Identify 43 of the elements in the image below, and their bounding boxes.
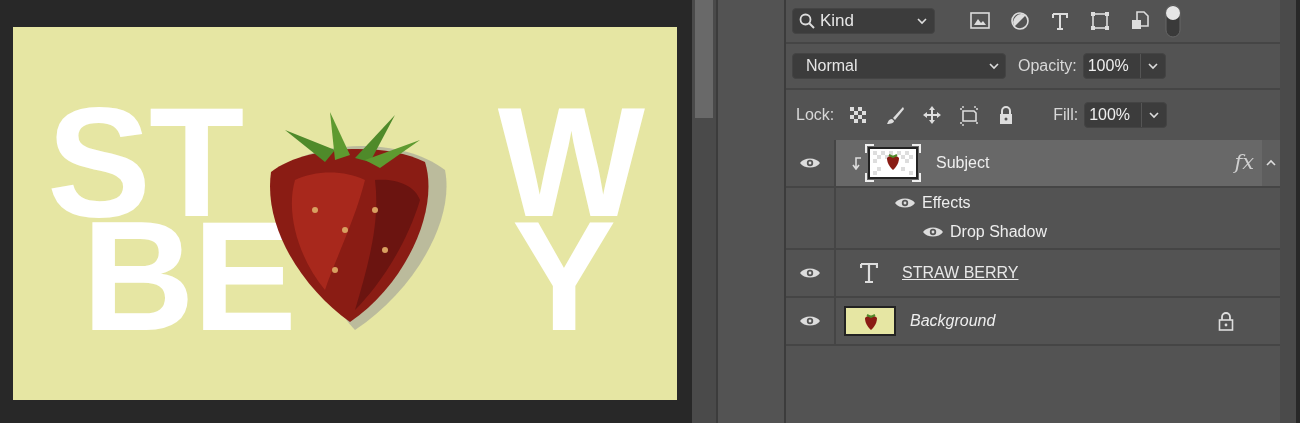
chevron-down-icon[interactable] [1146, 61, 1159, 71]
fill-field[interactable]: 100% [1084, 102, 1168, 128]
scroll-thumb[interactable] [695, 0, 713, 118]
effect-name[interactable]: Drop Shadow [950, 219, 1047, 244]
layer-thumbnail [844, 306, 896, 336]
chevron-down-icon [988, 61, 1000, 71]
image-icon[interactable] [969, 10, 991, 32]
chevron-down-icon[interactable] [1148, 110, 1161, 120]
type-icon [860, 263, 878, 283]
chevron-down-icon [916, 16, 928, 26]
fill-label: Fill: [1053, 105, 1079, 125]
move-icon[interactable] [922, 104, 943, 126]
eye-icon[interactable] [799, 156, 821, 170]
layer-name[interactable]: STRAW BERRY [902, 261, 1019, 285]
type-icon[interactable] [1049, 10, 1071, 32]
lock-pixels-icon[interactable] [848, 104, 869, 126]
layer-row[interactable]: Subject fx [836, 140, 1262, 186]
search-icon [799, 13, 815, 29]
layer-name[interactable]: Subject [936, 151, 990, 175]
canvas-text: BE [82, 219, 295, 333]
canvas-text: Y [511, 219, 614, 333]
half-circle-icon[interactable] [1009, 10, 1031, 32]
canvas-text: W [497, 105, 643, 219]
fx-label: fx [1234, 149, 1254, 177]
layer-thumbnail [864, 143, 922, 183]
filter-dropdown[interactable]: Kind [792, 8, 935, 34]
artboard-icon[interactable] [959, 104, 980, 126]
eye-icon[interactable] [799, 266, 821, 280]
filter-toggle[interactable] [1165, 4, 1181, 38]
caret-up-icon[interactable] [1266, 159, 1276, 167]
eye-icon[interactable] [799, 314, 821, 328]
blend-mode-dropdown[interactable]: Normal [792, 53, 1006, 79]
layer-name[interactable]: Background [910, 309, 996, 333]
opacity-label: Opacity: [1018, 56, 1077, 76]
canvas-text: ST [47, 105, 243, 219]
smart-object-icon[interactable] [1129, 10, 1151, 32]
lock-label: Lock: [796, 105, 835, 125]
layer-row[interactable]: Background [836, 298, 1262, 344]
scrollbar[interactable] [692, 0, 718, 423]
effects-label[interactable]: Effects [922, 190, 971, 215]
transform-icon[interactable] [1089, 10, 1111, 32]
opacity-field[interactable]: 100% [1082, 53, 1166, 79]
layer-row[interactable]: STRAW BERRY [836, 250, 1262, 296]
